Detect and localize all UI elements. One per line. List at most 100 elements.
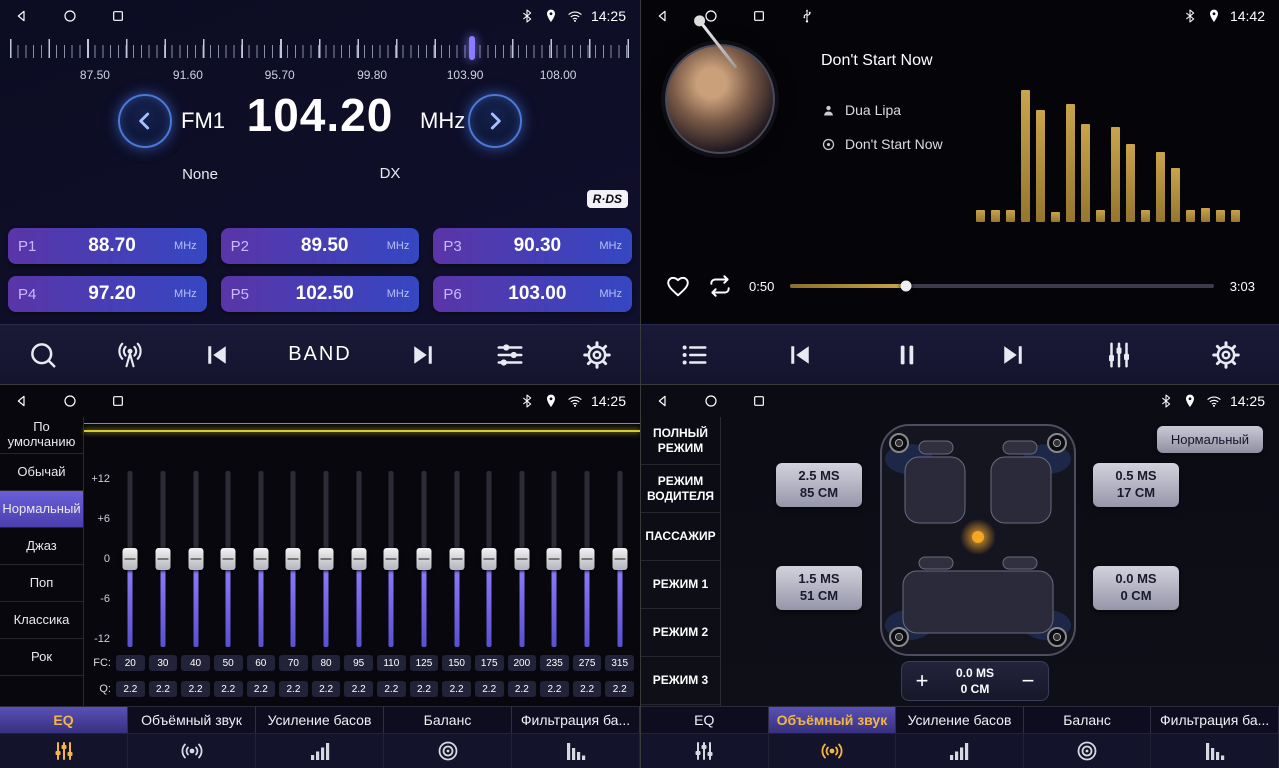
next-icon[interactable] (408, 340, 438, 370)
fc-value[interactable]: 315 (605, 655, 634, 671)
slider-handle[interactable] (482, 548, 497, 570)
slider-handle[interactable] (449, 548, 464, 570)
eq-band-slider[interactable] (310, 471, 343, 647)
favorite-heart-icon[interactable] (665, 273, 691, 299)
radio-preset-p2[interactable]: P289.50MHz (221, 228, 420, 264)
radio-preset-p3[interactable]: P390.30MHz (433, 228, 632, 264)
fc-value[interactable]: 175 (475, 655, 504, 671)
eq-preset-item[interactable]: Нормальный (0, 491, 83, 528)
slider-handle[interactable] (221, 548, 236, 570)
q-value[interactable]: 2.2 (508, 681, 537, 697)
preset-button[interactable]: Нормальный (1157, 426, 1263, 453)
scan-icon[interactable] (28, 340, 58, 370)
next-icon[interactable] (998, 340, 1028, 370)
recents-icon[interactable] (751, 393, 767, 409)
slider-handle[interactable] (547, 548, 562, 570)
increase-delay-button[interactable]: + (902, 670, 942, 692)
listening-mode-item[interactable]: РЕЖИМ ВОДИТЕЛЯ (641, 465, 720, 513)
tab-balance[interactable]: Баланс (1024, 707, 1152, 733)
equalizer-icon[interactable] (1104, 340, 1134, 370)
eq-band-slider[interactable] (245, 471, 278, 647)
previous-icon[interactable] (202, 340, 232, 370)
eq-preset-item[interactable]: Рок (0, 639, 83, 676)
slider-handle[interactable] (319, 548, 334, 570)
radio-preset-p4[interactable]: P497.20MHz (8, 276, 207, 312)
q-value[interactable]: 2.2 (247, 681, 276, 697)
surround-icon[interactable] (769, 734, 897, 768)
fc-value[interactable]: 40 (181, 655, 210, 671)
eq-band-slider[interactable] (212, 471, 245, 647)
slider-handle[interactable] (188, 548, 203, 570)
surround-icon[interactable] (128, 734, 256, 768)
q-value[interactable]: 2.2 (116, 681, 145, 697)
eq-icon[interactable] (0, 734, 128, 768)
back-icon[interactable] (655, 8, 671, 24)
settings-gear-icon[interactable] (582, 340, 612, 370)
tab-bass-boost[interactable]: Усиление басов (256, 707, 384, 733)
eq-band-slider[interactable] (603, 471, 636, 647)
recents-icon[interactable] (110, 393, 126, 409)
listening-mode-item[interactable]: РЕЖИМ 2 (641, 609, 720, 657)
fc-value[interactable]: 125 (410, 655, 439, 671)
tab-balance[interactable]: Баланс (384, 707, 512, 733)
decrease-delay-button[interactable]: − (1008, 670, 1048, 692)
slider-handle[interactable] (351, 548, 366, 570)
tune-down-button[interactable] (118, 94, 172, 148)
eq-band-slider[interactable] (147, 471, 180, 647)
tab-filter[interactable]: Фильтрация ба... (512, 707, 640, 733)
delay-front-left[interactable]: 2.5 MS 85 CM (776, 463, 862, 507)
repeat-icon[interactable] (707, 273, 733, 299)
listening-mode-item[interactable]: РЕЖИМ 3 (641, 657, 720, 705)
fc-value[interactable]: 150 (442, 655, 471, 671)
eq-band-slider[interactable] (408, 471, 441, 647)
listening-mode-item[interactable]: ПАССАЖИР (641, 513, 720, 561)
equalizer-icon[interactable] (495, 340, 525, 370)
progress-bar[interactable] (790, 284, 1213, 288)
home-icon[interactable] (62, 8, 78, 24)
fc-value[interactable]: 20 (116, 655, 145, 671)
recents-icon[interactable] (751, 8, 767, 24)
back-icon[interactable] (655, 393, 671, 409)
fc-value[interactable]: 95 (344, 655, 373, 671)
fc-value[interactable]: 60 (247, 655, 276, 671)
back-icon[interactable] (14, 8, 30, 24)
eq-preset-item[interactable]: По умолчанию (0, 417, 83, 454)
fc-value[interactable]: 275 (573, 655, 602, 671)
eq-band-slider[interactable] (506, 471, 539, 647)
bass-boost-icon[interactable] (896, 734, 1024, 768)
band-button[interactable]: BAND (288, 343, 352, 366)
eq-band-slider[interactable] (277, 471, 310, 647)
q-value[interactable]: 2.2 (279, 681, 308, 697)
recents-icon[interactable] (110, 8, 126, 24)
eq-preset-item[interactable]: Джаз (0, 528, 83, 565)
balance-icon[interactable] (1024, 734, 1152, 768)
fc-value[interactable]: 200 (508, 655, 537, 671)
filter-icon[interactable] (1151, 734, 1279, 768)
settings-gear-icon[interactable] (1211, 340, 1241, 370)
fc-value[interactable]: 30 (149, 655, 178, 671)
tab-eq[interactable]: EQ (0, 707, 128, 733)
slider-handle[interactable] (286, 548, 301, 570)
delay-front-right[interactable]: 0.5 MS 17 CM (1093, 463, 1179, 507)
q-value[interactable]: 2.2 (214, 681, 243, 697)
frequency-scale[interactable]: 87.50 91.60 95.70 99.80 103.90 108.00 (10, 36, 630, 82)
tab-bass-boost[interactable]: Усиление басов (896, 707, 1024, 733)
eq-preset-item[interactable]: Обычай (0, 454, 83, 491)
tab-surround[interactable]: Объёмный звук (769, 707, 897, 733)
q-value[interactable]: 2.2 (377, 681, 406, 697)
eq-band-slider[interactable] (473, 471, 506, 647)
q-value[interactable]: 2.2 (344, 681, 373, 697)
pause-icon[interactable] (892, 340, 922, 370)
q-value[interactable]: 2.2 (312, 681, 341, 697)
radio-preset-p5[interactable]: P5102.50MHz (221, 276, 420, 312)
slider-handle[interactable] (416, 548, 431, 570)
q-value[interactable]: 2.2 (181, 681, 210, 697)
listening-mode-item[interactable]: ПОЛНЫЙ РЕЖИМ (641, 417, 720, 465)
home-icon[interactable] (703, 393, 719, 409)
home-icon[interactable] (62, 393, 78, 409)
home-icon[interactable] (703, 8, 719, 24)
broadcast-icon[interactable] (115, 340, 145, 370)
eq-band-slider[interactable] (342, 471, 375, 647)
slider-handle[interactable] (123, 548, 138, 570)
eq-icon[interactable] (641, 734, 769, 768)
